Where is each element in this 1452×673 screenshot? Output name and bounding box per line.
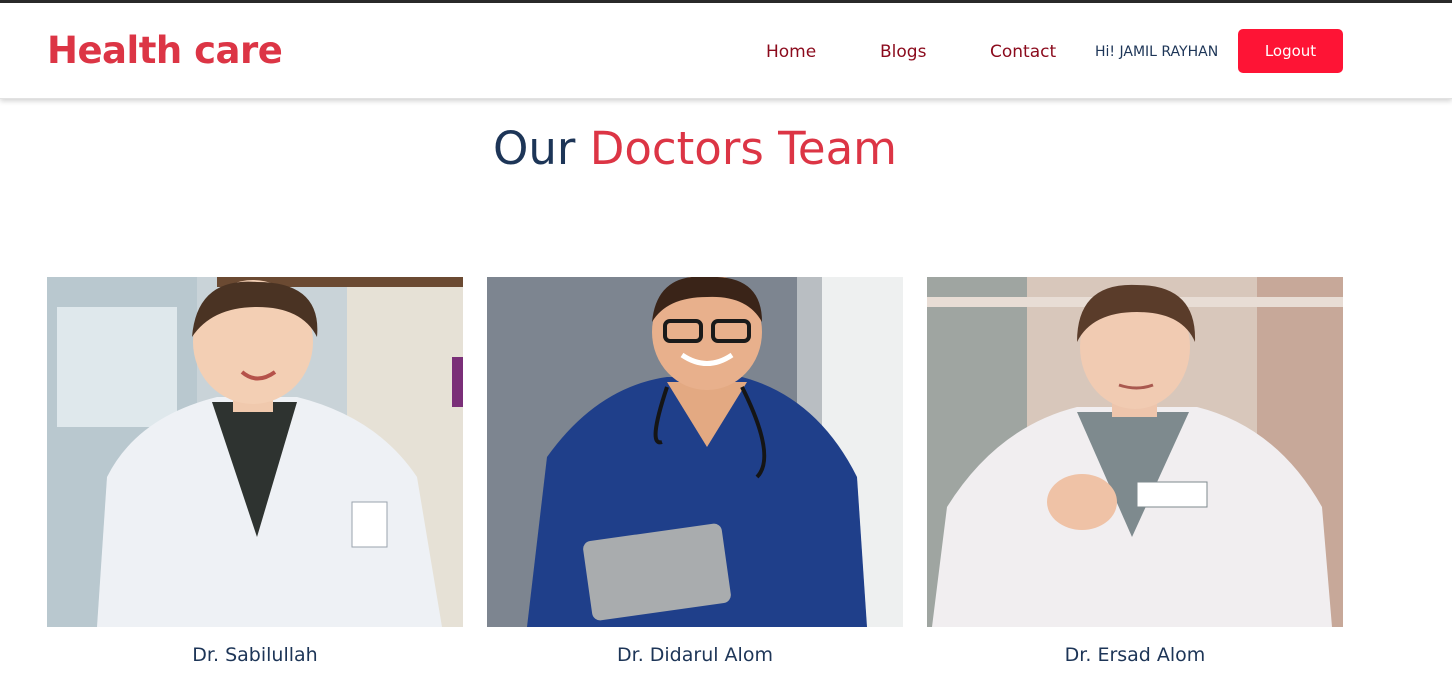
doctor-photo <box>487 277 903 627</box>
doctor-name: Dr. Sabilullah <box>192 644 318 666</box>
section-title-part1: Our <box>492 122 576 175</box>
nav-link-blogs[interactable]: Blogs <box>880 41 926 63</box>
doctor-name: Dr. Didarul Alom <box>617 644 773 666</box>
section-title-part2: Doctors Team <box>589 122 898 175</box>
logout-button[interactable]: Logout <box>1238 29 1343 73</box>
doctor-photo <box>47 277 463 627</box>
nav-link-home[interactable]: Home <box>766 41 816 63</box>
brand-logo[interactable]: Health care <box>47 29 283 73</box>
doctor-card: Dr. Ersad Alom <box>927 277 1343 666</box>
section-title: Our Doctors Team <box>0 120 1390 178</box>
doctor-card: Dr. Sabilullah <box>47 277 463 666</box>
site-header: Health care Home Blogs Contact Hi! JAMIL… <box>0 3 1452 99</box>
doctor-card: Dr. Didarul Alom <box>487 277 903 666</box>
doctor-photo <box>927 277 1343 627</box>
nav-link-contact[interactable]: Contact <box>990 41 1056 63</box>
user-greeting: Hi! JAMIL RAYHAN <box>1095 44 1219 60</box>
doctor-name: Dr. Ersad Alom <box>1064 644 1206 666</box>
